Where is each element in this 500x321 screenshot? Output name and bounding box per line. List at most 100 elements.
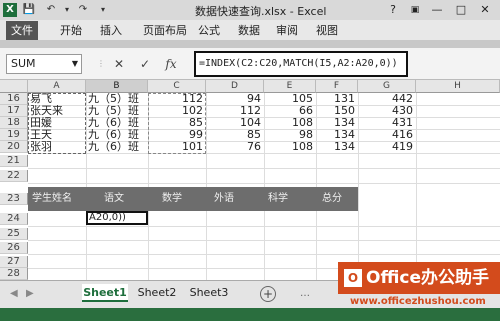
undo-dropdown-icon[interactable]: ▾ bbox=[60, 3, 74, 17]
row-header[interactable]: 22 bbox=[0, 170, 28, 182]
watermark-text: Office办公助手 bbox=[366, 268, 490, 288]
add-sheet-icon[interactable]: + bbox=[260, 286, 276, 302]
active-cell-b24[interactable]: A20,0)) bbox=[86, 211, 148, 225]
column-header-b[interactable]: B bbox=[86, 80, 148, 93]
cell-f17[interactable]: 150 bbox=[316, 105, 358, 117]
cell-g18[interactable]: 431 bbox=[358, 117, 416, 129]
cell-b20[interactable]: 九（6）班 bbox=[88, 141, 148, 153]
tab-file[interactable]: 文件 bbox=[6, 21, 38, 40]
row-header[interactable]: 19 bbox=[0, 129, 28, 141]
chevron-down-icon[interactable]: ▼ bbox=[72, 55, 78, 73]
cell-b17[interactable]: 九（5）班 bbox=[88, 105, 148, 117]
ribbon-tabs: 文件 开始 插入 页面布局 公式 数据 审阅 视图 bbox=[0, 20, 500, 40]
tab-sheet3[interactable]: Sheet3 bbox=[186, 284, 232, 302]
grid-line bbox=[28, 226, 500, 227]
help-button[interactable]: ? bbox=[384, 2, 402, 18]
column-header-g[interactable]: G bbox=[358, 80, 416, 93]
cell-e20[interactable]: 108 bbox=[264, 141, 316, 153]
header-english[interactable]: 外语 bbox=[214, 187, 234, 211]
maximize-button[interactable]: □ bbox=[452, 2, 470, 18]
row-header[interactable]: 27 bbox=[0, 256, 28, 268]
cell-b16[interactable]: 九（5）班 bbox=[88, 93, 148, 105]
header-math[interactable]: 数学 bbox=[162, 187, 182, 211]
cell-d19[interactable]: 85 bbox=[206, 129, 264, 141]
cell-g19[interactable]: 416 bbox=[358, 129, 416, 141]
column-header-d[interactable]: D bbox=[206, 80, 264, 93]
sheet-nav-next-icon[interactable]: ▶ bbox=[26, 288, 34, 299]
row-header[interactable]: 24 bbox=[0, 213, 28, 225]
row-header[interactable]: 16 bbox=[0, 93, 28, 105]
header-chinese[interactable]: 语文 bbox=[104, 187, 124, 211]
cell-e19[interactable]: 98 bbox=[264, 129, 316, 141]
insert-function-icon[interactable]: fx bbox=[162, 54, 180, 74]
tab-formulas[interactable]: 公式 bbox=[198, 22, 220, 39]
row-header[interactable]: 23 bbox=[0, 193, 28, 205]
undo-icon[interactable]: ↶ bbox=[44, 3, 58, 17]
tab-page-layout[interactable]: 页面布局 bbox=[143, 22, 187, 39]
formula-bar-grip-icon: ⋮ bbox=[97, 59, 105, 68]
tab-view[interactable]: 视图 bbox=[316, 22, 338, 39]
column-header-e[interactable]: E bbox=[264, 80, 316, 93]
excel-logo-icon: X bbox=[3, 3, 17, 17]
grid-line bbox=[28, 183, 500, 184]
customize-toolbar-icon[interactable]: ▾ bbox=[96, 3, 110, 17]
cell-g20[interactable]: 419 bbox=[358, 141, 416, 153]
column-header-f[interactable]: F bbox=[316, 80, 358, 93]
cell-f19[interactable]: 134 bbox=[316, 129, 358, 141]
cell-d20[interactable]: 76 bbox=[206, 141, 264, 153]
tab-home[interactable]: 开始 bbox=[60, 22, 82, 39]
save-icon[interactable]: 💾 bbox=[22, 3, 36, 17]
row-header[interactable]: 28 bbox=[0, 268, 28, 280]
header-science[interactable]: 科学 bbox=[268, 187, 288, 211]
tab-sheet2[interactable]: Sheet2 bbox=[134, 284, 180, 302]
watermark-url: www.officezhushou.com bbox=[350, 296, 486, 307]
cell-d16[interactable]: 94 bbox=[206, 93, 264, 105]
title-bar: X 💾 ↶ ▾ ↷ ▾ 数据快速查询.xlsx - Excel ? ▣ — □ … bbox=[0, 0, 500, 20]
cell-g17[interactable]: 430 bbox=[358, 105, 416, 117]
cell-f18[interactable]: 134 bbox=[316, 117, 358, 129]
cell-f16[interactable]: 131 bbox=[316, 93, 358, 105]
grid-line bbox=[28, 153, 500, 154]
row-header[interactable]: 21 bbox=[0, 155, 28, 167]
row-header[interactable]: 17 bbox=[0, 105, 28, 117]
ribbon-collapsed-area bbox=[0, 40, 500, 48]
formula-bar: SUM ▼ ⋮ ✕ ✓ fx =INDEX(C2:C20,MATCH(I5,A2… bbox=[0, 48, 500, 80]
worksheet-grid[interactable]: A B C D E F G H 16 17 18 19 20 21 22 23 … bbox=[0, 80, 500, 280]
name-box[interactable]: SUM ▼ bbox=[6, 54, 82, 74]
tab-review[interactable]: 审阅 bbox=[276, 22, 298, 39]
range-highlight-a bbox=[28, 93, 86, 154]
ribbon-display-options-icon[interactable]: ▣ bbox=[406, 2, 424, 18]
row-header[interactable]: 18 bbox=[0, 117, 28, 129]
cell-b18[interactable]: 九（6）班 bbox=[88, 117, 148, 129]
header-student-name[interactable]: 学生姓名 bbox=[32, 187, 72, 211]
minimize-button[interactable]: — bbox=[428, 2, 446, 18]
column-header-c[interactable]: C bbox=[148, 80, 206, 93]
row-header[interactable]: 26 bbox=[0, 242, 28, 254]
cancel-icon[interactable]: ✕ bbox=[110, 54, 128, 74]
sheet-nav-prev-icon[interactable]: ◀ bbox=[10, 288, 18, 299]
redo-icon[interactable]: ↷ bbox=[76, 3, 90, 17]
tab-insert[interactable]: 插入 bbox=[100, 22, 122, 39]
cell-e18[interactable]: 108 bbox=[264, 117, 316, 129]
cell-b19[interactable]: 九（6）班 bbox=[88, 129, 148, 141]
formula-input[interactable]: =INDEX(C2:C20,MATCH(I5,A2:A20,0)) bbox=[194, 51, 408, 77]
row-header[interactable]: 20 bbox=[0, 141, 28, 153]
cell-f20[interactable]: 134 bbox=[316, 141, 358, 153]
cell-d17[interactable]: 112 bbox=[206, 105, 264, 117]
cell-e16[interactable]: 105 bbox=[264, 93, 316, 105]
cell-e17[interactable]: 66 bbox=[264, 105, 316, 117]
office-logo-icon: O bbox=[344, 269, 362, 287]
row-header[interactable]: 25 bbox=[0, 228, 28, 240]
column-header-h[interactable]: H bbox=[416, 80, 500, 93]
more-options-icon[interactable]: … bbox=[300, 288, 310, 299]
column-header-a[interactable]: A bbox=[28, 80, 86, 93]
range-highlight-c bbox=[148, 93, 206, 154]
tab-sheet1[interactable]: Sheet1 bbox=[82, 284, 128, 302]
cell-d18[interactable]: 104 bbox=[206, 117, 264, 129]
cell-g16[interactable]: 442 bbox=[358, 93, 416, 105]
tab-data[interactable]: 数据 bbox=[238, 22, 260, 39]
header-total[interactable]: 总分 bbox=[322, 187, 342, 211]
select-all-corner[interactable] bbox=[0, 80, 28, 93]
enter-icon[interactable]: ✓ bbox=[136, 54, 154, 74]
close-button[interactable]: ✕ bbox=[476, 2, 494, 18]
